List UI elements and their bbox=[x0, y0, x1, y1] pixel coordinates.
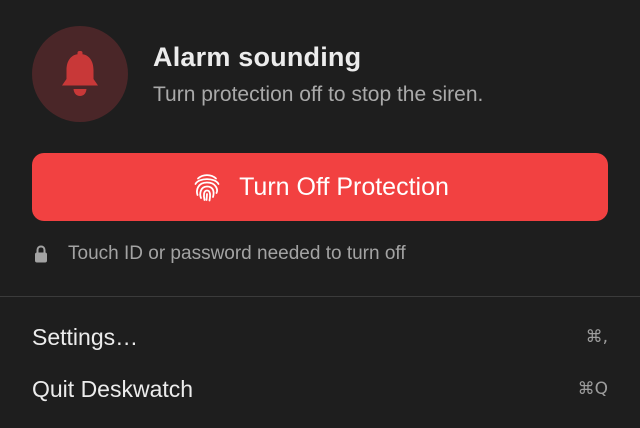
lock-icon bbox=[34, 244, 50, 264]
alarm-subtitle: Turn protection off to stop the siren. bbox=[153, 83, 484, 106]
menu-item-settings[interactable]: Settings… ⌘, bbox=[0, 313, 640, 361]
fingerprint-icon bbox=[191, 171, 223, 203]
alarm-title: Alarm sounding bbox=[153, 42, 362, 72]
turn-off-protection-label: Turn Off Protection bbox=[239, 172, 449, 201]
menu-item-label: Quit Deskwatch bbox=[32, 375, 194, 402]
alarm-popover: Alarm sounding Turn protection off to st… bbox=[0, 0, 640, 428]
bell-icon bbox=[62, 51, 98, 96]
menu-divider bbox=[0, 296, 640, 297]
auth-note-text: Touch ID or password needed to turn off bbox=[68, 243, 406, 264]
menu-item-quit[interactable]: Quit Deskwatch ⌘Q bbox=[0, 365, 640, 413]
auth-note: Touch ID or password needed to turn off bbox=[34, 243, 406, 265]
alarm-indicator bbox=[32, 26, 128, 122]
menu-item-label: Settings… bbox=[32, 323, 139, 350]
menu-item-shortcut: ⌘Q bbox=[577, 379, 608, 399]
alarm-header: Alarm sounding Turn protection off to st… bbox=[32, 26, 483, 122]
alarm-text: Alarm sounding Turn protection off to st… bbox=[153, 40, 483, 110]
menu-item-shortcut: ⌘, bbox=[585, 327, 608, 347]
turn-off-protection-button[interactable]: Turn Off Protection bbox=[32, 153, 608, 221]
